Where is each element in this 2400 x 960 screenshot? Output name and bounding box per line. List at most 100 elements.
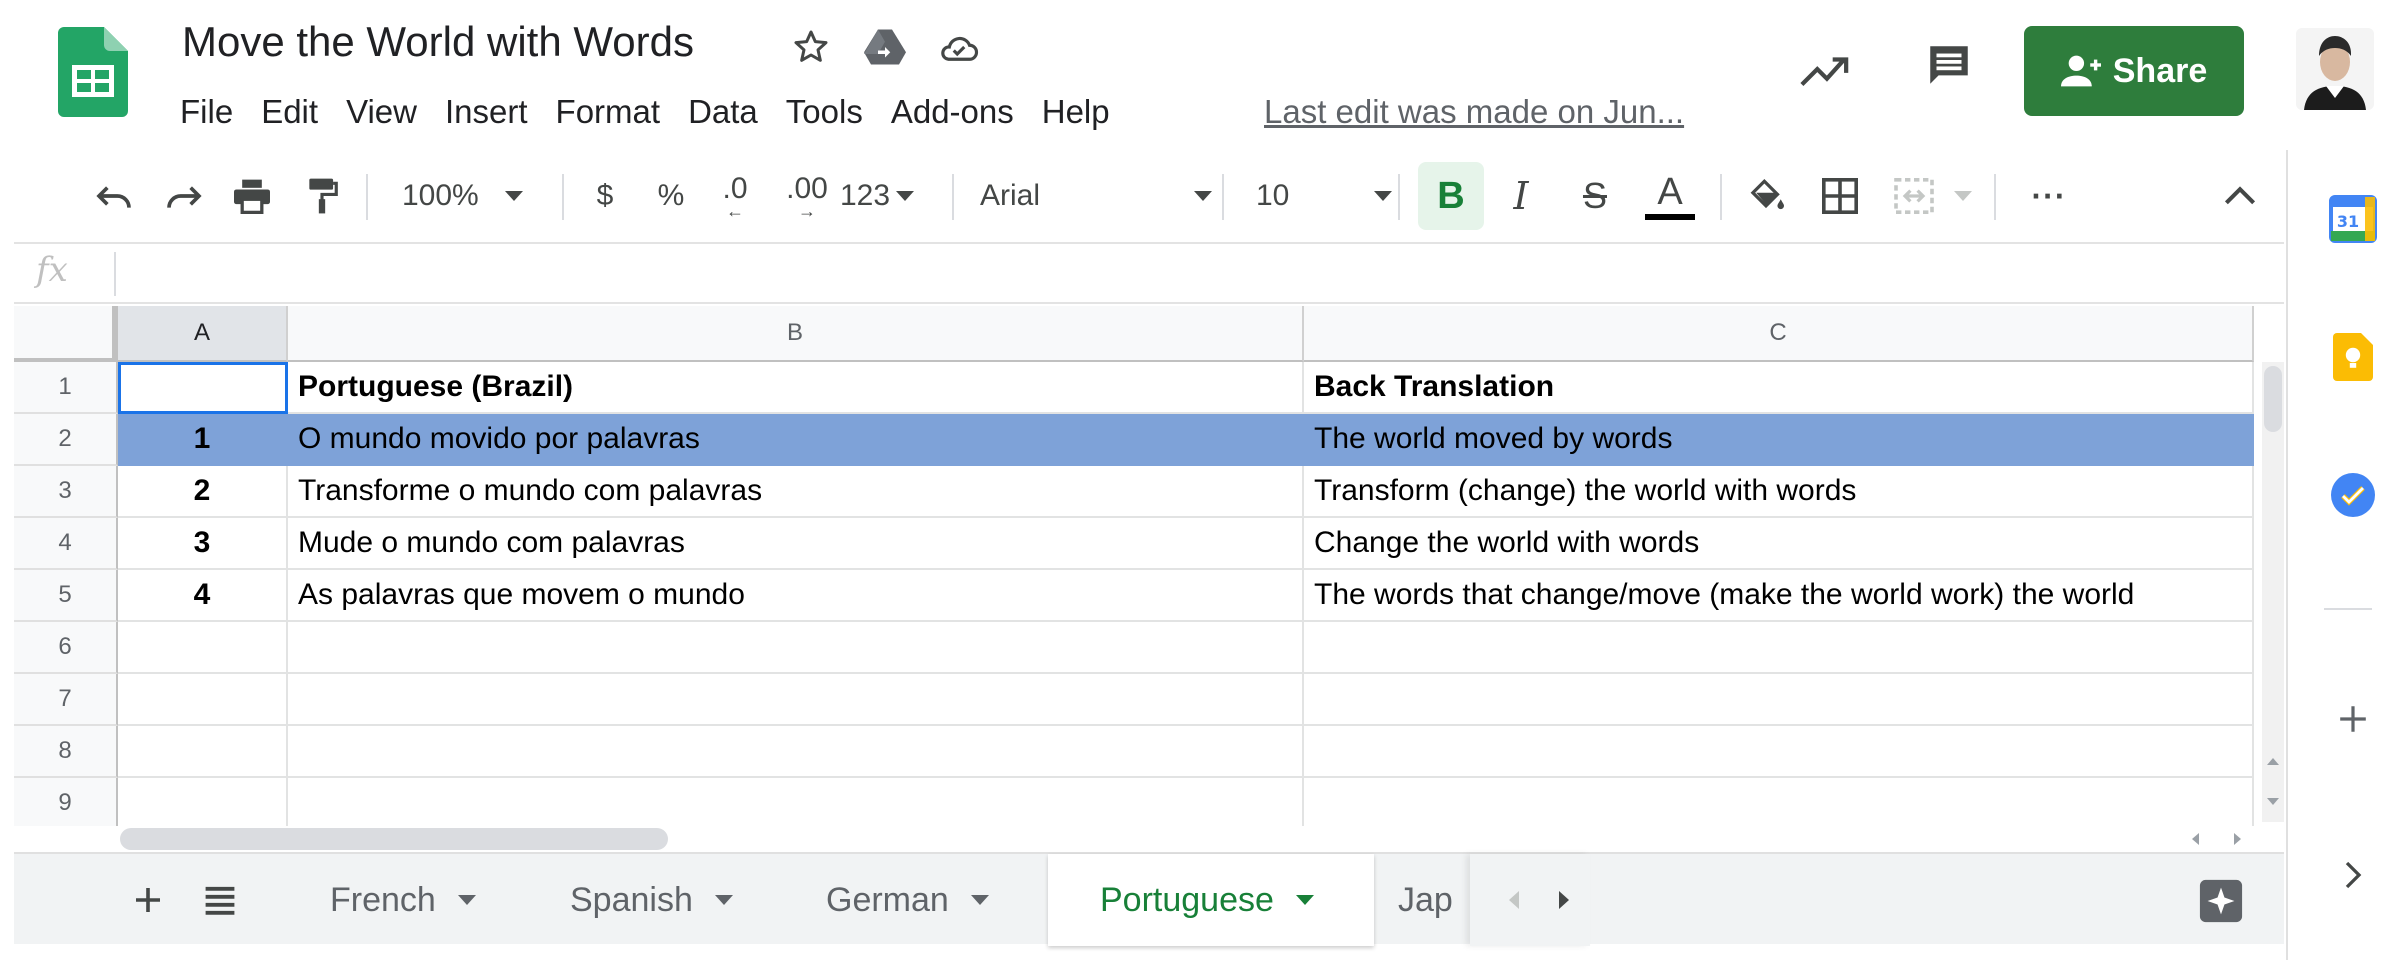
move-to-drive-icon[interactable] bbox=[860, 22, 910, 72]
cell-b4[interactable]: Mude o mundo com palavras bbox=[288, 518, 1304, 570]
keep-icon[interactable] bbox=[2328, 332, 2378, 382]
menu-file[interactable]: File bbox=[166, 86, 247, 138]
cell-a3[interactable]: 2 bbox=[118, 466, 288, 518]
column-header-c[interactable]: C bbox=[1304, 306, 2254, 362]
text-color-button[interactable]: A bbox=[1638, 150, 1702, 242]
row-header[interactable]: 6 bbox=[14, 622, 118, 674]
sheet-tab-french[interactable]: French bbox=[330, 854, 476, 946]
formula-input[interactable] bbox=[124, 248, 2274, 300]
sheets-logo-icon[interactable] bbox=[58, 27, 128, 117]
menu-view[interactable]: View bbox=[332, 86, 431, 138]
cell-a2[interactable]: 1 bbox=[118, 414, 288, 466]
cell-a6[interactable] bbox=[118, 622, 288, 674]
cloud-saved-icon[interactable] bbox=[934, 22, 984, 72]
tasks-icon[interactable] bbox=[2328, 470, 2378, 520]
sheet-tab-spanish[interactable]: Spanish bbox=[570, 854, 733, 946]
merge-options-caret[interactable] bbox=[1948, 150, 1978, 242]
row-header[interactable]: 7 bbox=[14, 674, 118, 726]
row-header[interactable]: 9 bbox=[14, 778, 118, 826]
cell-b6[interactable] bbox=[288, 622, 1304, 674]
comment-icon[interactable] bbox=[1924, 40, 1974, 90]
cell-a8[interactable] bbox=[118, 726, 288, 778]
zoom-select[interactable]: 100% bbox=[402, 150, 550, 242]
column-header-a[interactable]: A bbox=[118, 306, 288, 362]
row-header[interactable]: 4 bbox=[14, 518, 118, 570]
bold-button[interactable]: B bbox=[1418, 162, 1484, 230]
all-sheets-icon[interactable] bbox=[196, 876, 244, 924]
row-header[interactable]: 3 bbox=[14, 466, 118, 518]
more-options-button[interactable]: ··· bbox=[2018, 150, 2080, 242]
cell-b5[interactable]: As palavras que movem o mundo bbox=[288, 570, 1304, 622]
font-family-select[interactable]: Arial bbox=[980, 150, 1220, 242]
cell-c1[interactable]: Back Translation bbox=[1304, 362, 2254, 414]
cell-a7[interactable] bbox=[118, 674, 288, 726]
cell-a1[interactable] bbox=[118, 362, 288, 414]
paint-format-icon[interactable] bbox=[294, 150, 350, 242]
cell-c6[interactable] bbox=[1304, 622, 2254, 674]
calendar-icon[interactable]: 31 bbox=[2328, 194, 2378, 244]
font-size-select[interactable]: 10 bbox=[1256, 150, 1396, 242]
cell-b1[interactable]: Portuguese (Brazil) bbox=[288, 362, 1304, 414]
increase-decimal-button[interactable]: .00 → bbox=[774, 150, 840, 242]
horizontal-scroll-thumb[interactable] bbox=[120, 828, 668, 850]
prev-sheet-icon[interactable] bbox=[1502, 888, 1526, 912]
scroll-up-icon[interactable] bbox=[2262, 750, 2284, 772]
row-header[interactable]: 1 bbox=[14, 362, 118, 414]
cell-b8[interactable] bbox=[288, 726, 1304, 778]
strikethrough-button[interactable]: S bbox=[1566, 150, 1624, 242]
percent-format-button[interactable]: % bbox=[646, 150, 696, 242]
cell-b3[interactable]: Transforme o mundo com palavras bbox=[288, 466, 1304, 518]
row-header[interactable]: 5 bbox=[14, 570, 118, 622]
avatar[interactable] bbox=[2296, 28, 2374, 110]
row-header[interactable]: 8 bbox=[14, 726, 118, 778]
next-sheet-icon[interactable] bbox=[1552, 888, 1576, 912]
cell-c9[interactable] bbox=[1304, 778, 2254, 826]
menu-format[interactable]: Format bbox=[542, 86, 675, 138]
menu-data[interactable]: Data bbox=[674, 86, 772, 138]
italic-button[interactable]: I bbox=[1492, 150, 1550, 242]
decrease-decimal-button[interactable]: .0 ← bbox=[706, 150, 764, 242]
cell-a5[interactable]: 4 bbox=[118, 570, 288, 622]
add-sheet-icon[interactable] bbox=[124, 876, 172, 924]
scroll-right-icon[interactable] bbox=[2226, 828, 2248, 850]
redo-icon[interactable] bbox=[156, 150, 212, 242]
sheet-tab-german[interactable]: German bbox=[826, 854, 989, 946]
menu-edit[interactable]: Edit bbox=[247, 86, 332, 138]
cell-c4[interactable]: Change the world with words bbox=[1304, 518, 2254, 570]
menu-tools[interactable]: Tools bbox=[772, 86, 877, 138]
cell-c5[interactable]: The words that change/move (make the wor… bbox=[1304, 570, 2254, 622]
menu-help[interactable]: Help bbox=[1028, 86, 1124, 138]
star-icon[interactable] bbox=[786, 22, 836, 72]
cell-a4[interactable]: 3 bbox=[118, 518, 288, 570]
menu-add-ons[interactable]: Add-ons bbox=[877, 86, 1028, 138]
add-icon[interactable] bbox=[2328, 694, 2378, 744]
cell-a9[interactable] bbox=[118, 778, 288, 826]
cell-b7[interactable] bbox=[288, 674, 1304, 726]
cell-c7[interactable] bbox=[1304, 674, 2254, 726]
borders-icon[interactable] bbox=[1810, 150, 1870, 242]
currency-format-button[interactable]: $ bbox=[580, 150, 630, 242]
cell-b9[interactable] bbox=[288, 778, 1304, 826]
chevron-right-icon[interactable] bbox=[2328, 850, 2378, 900]
sheet-tab-portuguese[interactable]: Portuguese bbox=[1048, 854, 1374, 946]
cell-b2[interactable]: O mundo movido por palavras bbox=[288, 414, 1304, 466]
trending-icon[interactable] bbox=[1800, 46, 1850, 96]
cell-c2[interactable]: The world moved by words bbox=[1304, 414, 2254, 466]
merge-cells-icon[interactable] bbox=[1884, 150, 1944, 242]
column-header-b[interactable]: B bbox=[288, 306, 1304, 362]
scroll-left-icon[interactable] bbox=[2184, 828, 2206, 850]
last-edit-link[interactable]: Last edit was made on Jun... bbox=[1264, 86, 1684, 138]
fill-color-icon[interactable] bbox=[1736, 150, 1796, 242]
document-title[interactable]: Move the World with Words bbox=[182, 14, 694, 70]
cell-c8[interactable] bbox=[1304, 726, 2254, 778]
print-icon[interactable] bbox=[224, 150, 280, 242]
undo-icon[interactable] bbox=[86, 150, 142, 242]
share-button[interactable]: Share bbox=[2024, 26, 2244, 116]
explore-icon[interactable] bbox=[2194, 874, 2248, 928]
menu-insert[interactable]: Insert bbox=[431, 86, 542, 138]
vertical-scroll-thumb[interactable] bbox=[2264, 366, 2282, 432]
sheet-tab-japanese[interactable]: Jap bbox=[1398, 854, 1468, 946]
row-header[interactable]: 2 bbox=[14, 414, 118, 466]
scroll-down-icon[interactable] bbox=[2262, 790, 2284, 812]
collapse-icon[interactable] bbox=[2212, 150, 2268, 242]
